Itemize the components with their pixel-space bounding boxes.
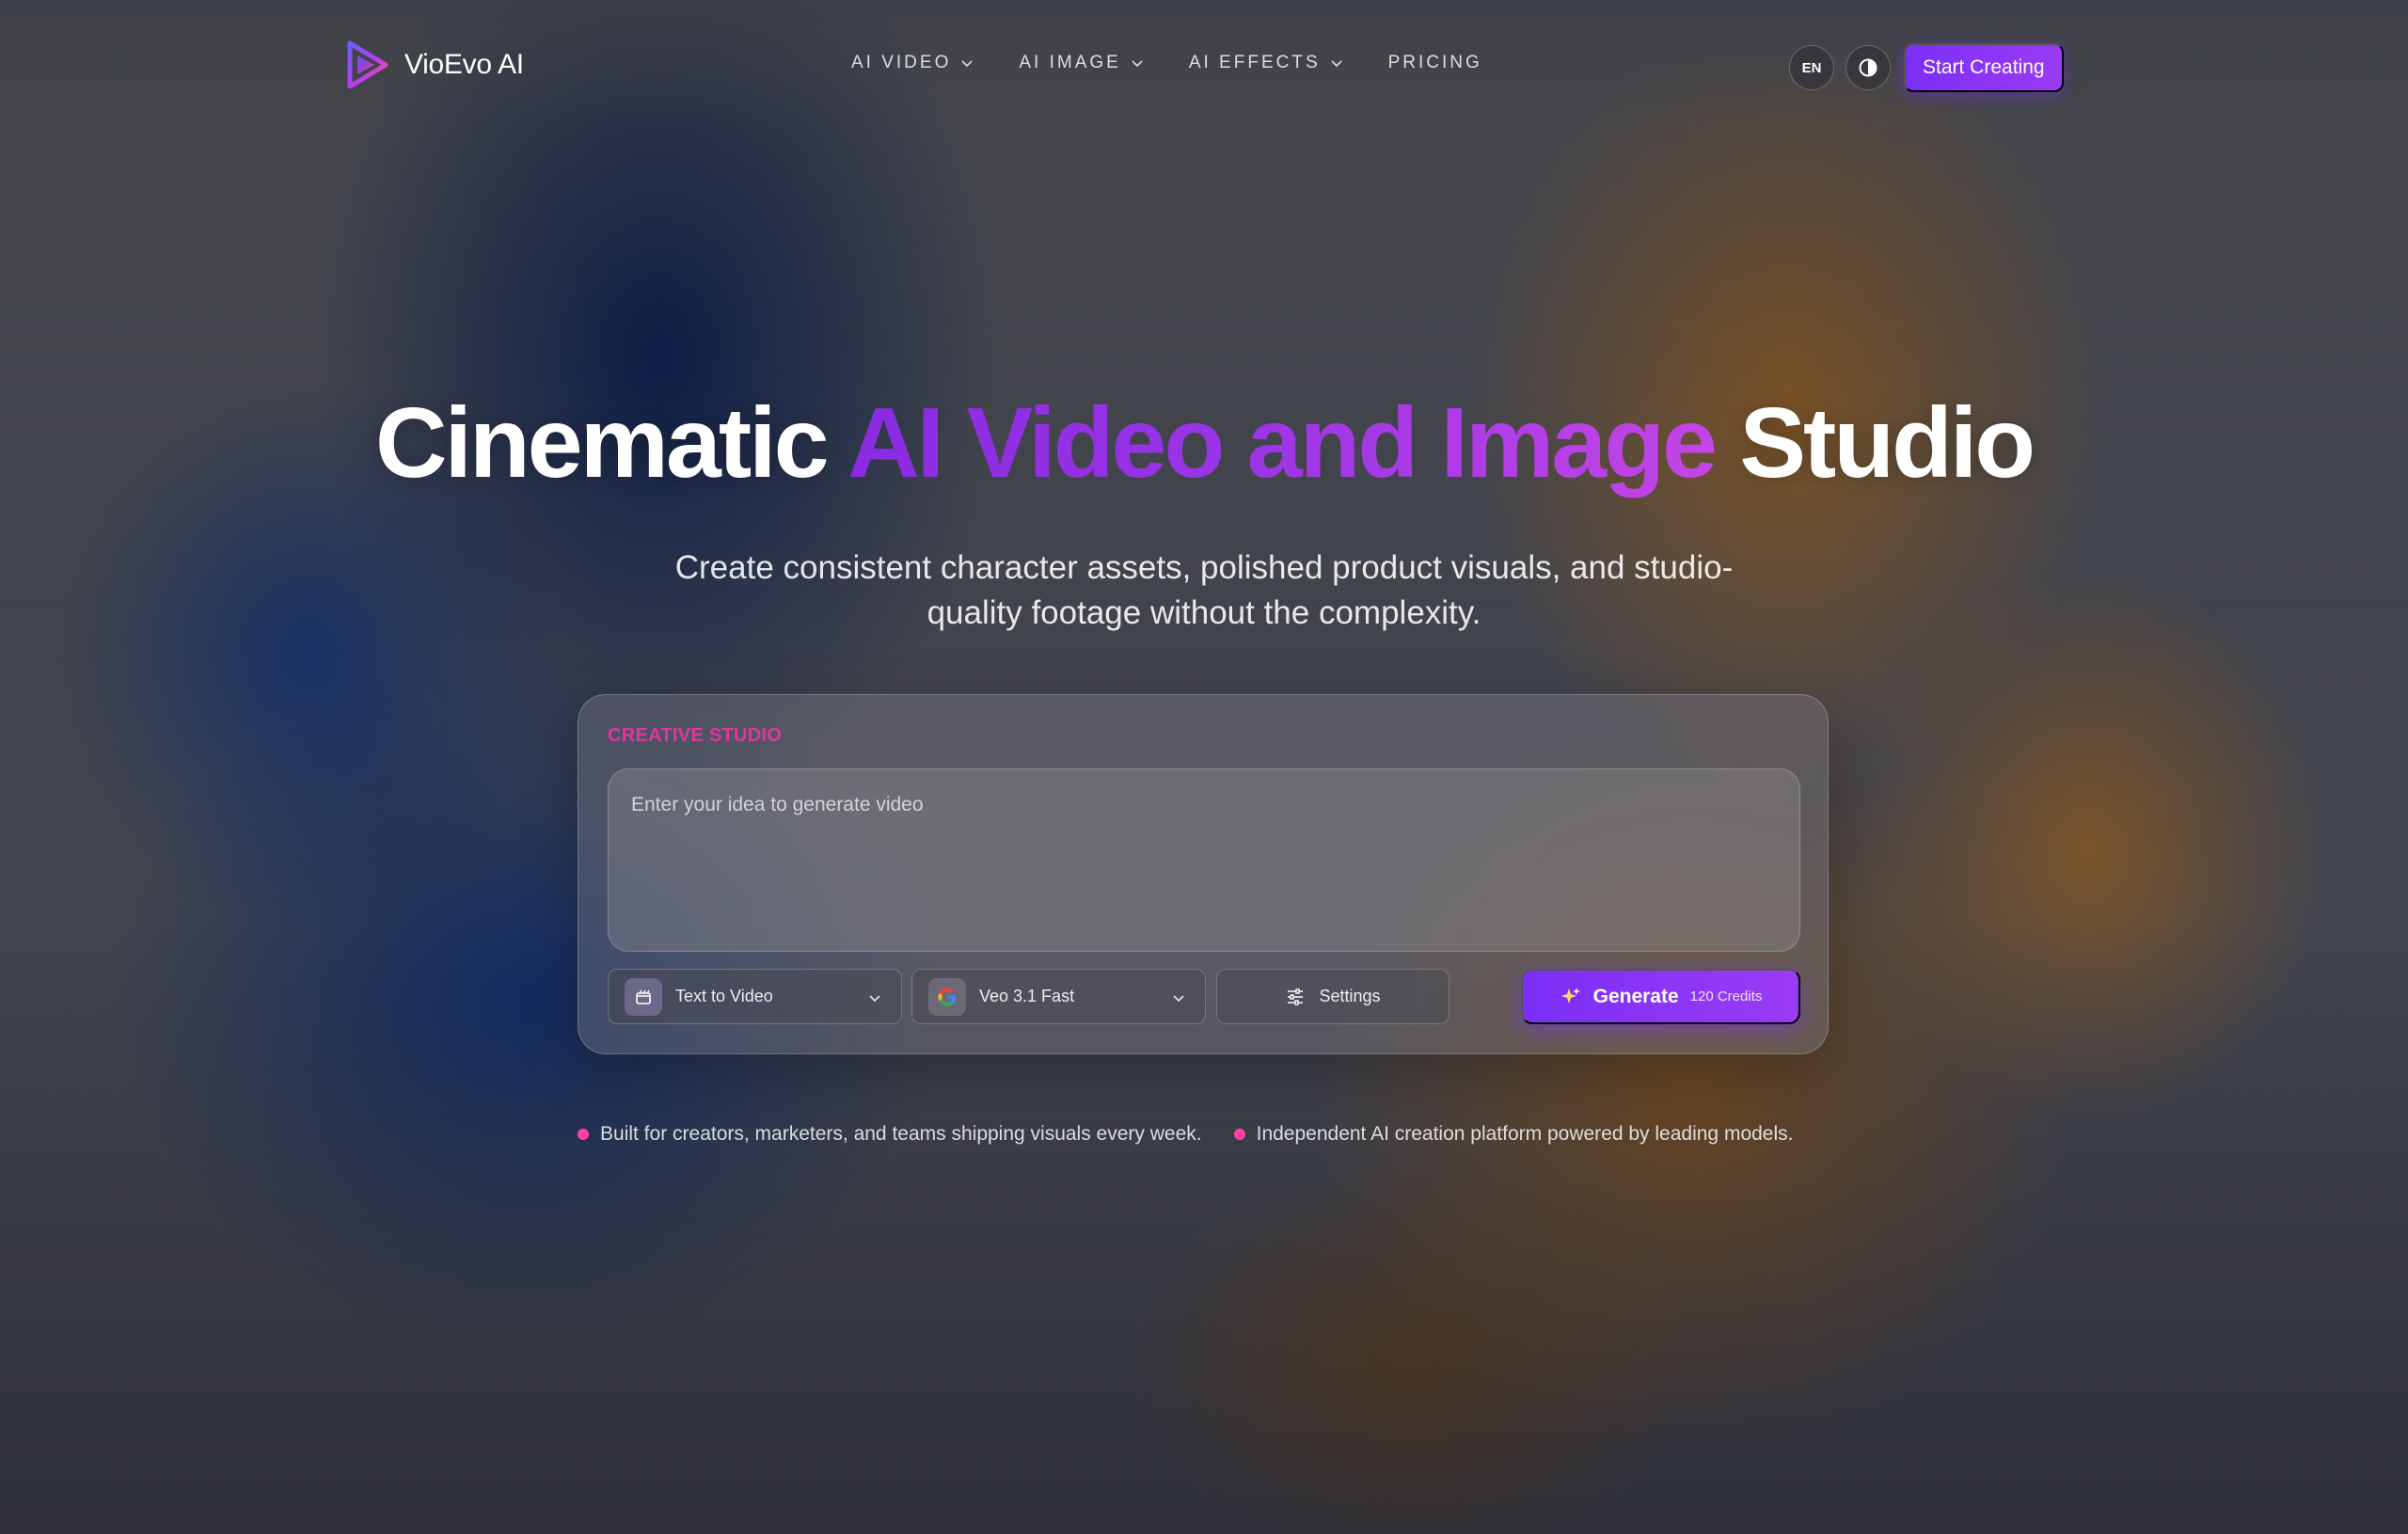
top-navigation: VioEvo AI AI VIDEO AI IMAGE AI EFFECTS P… <box>0 0 2408 132</box>
generate-button[interactable]: Generate 120 Credits <box>1521 969 1800 1024</box>
generate-label: Generate <box>1592 985 1679 1007</box>
studio-label: CREATIVE STUDIO <box>608 725 783 746</box>
hero-title-end: Studio <box>1714 387 2036 498</box>
main-menu: AI VIDEO AI IMAGE AI EFFECTS PRICING <box>851 53 1528 73</box>
contrast-icon <box>1859 58 1877 77</box>
chevron-down-icon <box>1173 995 1184 1003</box>
mode-select[interactable]: Text to Video <box>608 969 902 1024</box>
nav-item-pricing[interactable]: PRICING <box>1388 53 1482 73</box>
play-triangle-icon <box>347 40 388 89</box>
bullet-dot-icon <box>1233 1129 1245 1140</box>
chevron-down-icon <box>961 60 973 68</box>
bullet-dot-icon <box>578 1129 589 1140</box>
nav-item-label: AI EFFECTS <box>1188 53 1321 72</box>
chevron-down-icon <box>1132 60 1143 68</box>
prompt-input[interactable] <box>609 769 1799 951</box>
sparkle-icon <box>1560 987 1580 1004</box>
nav-actions: EN Start Creating <box>1789 43 2064 92</box>
feature-notes: Built for creators, marketers, and teams… <box>578 1123 1793 1146</box>
model-select-value: Veo 3.1 Fast <box>979 987 1075 1005</box>
hero-subtitle: Create consistent character assets, poli… <box>674 549 1734 631</box>
nav-item-label: PRICING <box>1387 53 1482 72</box>
chevron-down-icon <box>869 995 880 1003</box>
chevron-down-icon <box>1331 60 1342 68</box>
hero-title: Cinematic AI Video and Image Studio <box>0 393 2408 493</box>
google-logo-icon <box>928 977 966 1016</box>
hero-title-start: Cinematic <box>374 387 848 498</box>
feature-note: Built for creators, marketers, and teams… <box>578 1123 1202 1146</box>
prompt-box <box>608 768 1800 952</box>
sliders-icon <box>1288 988 1304 1005</box>
clapperboard-icon <box>625 977 662 1016</box>
theme-toggle-button[interactable] <box>1846 45 1891 90</box>
hero-title-highlight: AI Video and Image <box>848 387 1718 498</box>
creative-studio-panel: CREATIVE STUDIO Text to Video Veo 3.1 Fa… <box>578 694 1829 1054</box>
nav-item-ai-video[interactable]: AI VIDEO <box>851 53 974 73</box>
credits-badge: 120 Credits <box>1689 988 1763 1004</box>
nav-item-ai-effects[interactable]: AI EFFECTS <box>1189 53 1343 73</box>
feature-note-text: Independent AI creation platform powered… <box>1256 1123 1794 1145</box>
feature-note: Independent AI creation platform powered… <box>1233 1123 1794 1146</box>
feature-note-text: Built for creators, marketers, and teams… <box>600 1123 1202 1145</box>
settings-label: Settings <box>1319 987 1381 1005</box>
start-creating-button[interactable]: Start Creating <box>1904 43 2064 92</box>
brand-name: VioEvo AI <box>404 49 524 80</box>
settings-button[interactable]: Settings <box>1216 969 1450 1024</box>
model-select[interactable]: Veo 3.1 Fast <box>911 969 1206 1024</box>
language-button[interactable]: EN <box>1789 45 1834 90</box>
nav-item-label: AI VIDEO <box>851 53 952 72</box>
nav-item-ai-image[interactable]: AI IMAGE <box>1019 53 1143 73</box>
mode-select-value: Text to Video <box>675 987 773 1005</box>
brand-logo[interactable]: VioEvo AI <box>344 40 524 90</box>
nav-item-label: AI IMAGE <box>1019 53 1121 72</box>
